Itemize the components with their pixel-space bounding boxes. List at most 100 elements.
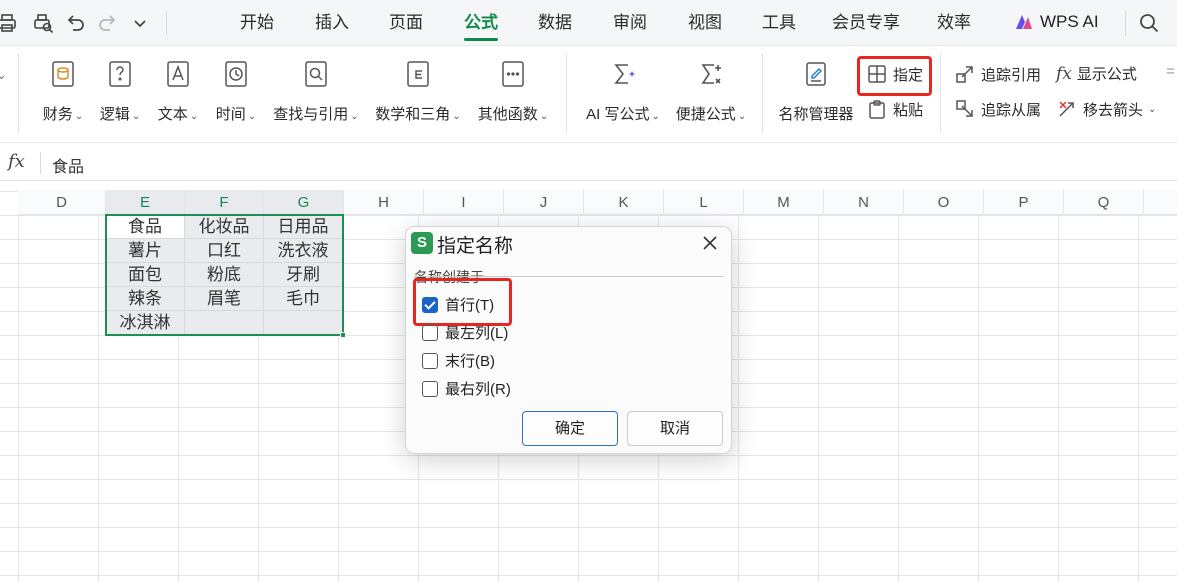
column-header-i[interactable]: I <box>424 190 504 215</box>
tab-formula[interactable]: 公式 <box>464 12 498 34</box>
fx-icon[interactable]: fx <box>8 151 25 172</box>
tab-tools[interactable]: 工具 <box>762 12 796 34</box>
finance-label: 财务 <box>42 106 73 123</box>
menu-bar: 开始 插入 页面 公式 数据 审阅 视图 工具 会员专享 效率 WPS AI <box>0 0 1177 46</box>
search-icon[interactable] <box>1138 12 1160 34</box>
wps-ai-button[interactable]: WPS AI <box>1014 12 1099 32</box>
other-function-button[interactable]: 其他函数 ⌄ <box>476 59 550 124</box>
column-header-k[interactable]: K <box>584 190 664 215</box>
checkbox-unchecked[interactable] <box>422 324 438 341</box>
close-icon[interactable] <box>700 233 720 253</box>
separator <box>1125 10 1126 36</box>
checkbox-unchecked[interactable] <box>422 380 438 397</box>
trace-dependents-label: 追踪从属 <box>981 101 1042 119</box>
logic-function-button[interactable]: 逻辑 ⌄ <box>98 59 142 124</box>
print-icon[interactable] <box>0 12 18 34</box>
logic-label: 逻辑 <box>99 106 130 123</box>
remove-arrows-label: 移去箭头 <box>1083 101 1144 119</box>
quick-formula-button[interactable]: 便捷公式 ⌄ <box>674 59 748 124</box>
column-header-e[interactable]: E <box>106 190 185 215</box>
active-tab-indicator <box>464 38 498 41</box>
checkbox-unchecked[interactable] <box>422 352 438 369</box>
redo-icon[interactable] <box>97 12 119 34</box>
column-header-h[interactable]: H <box>344 190 424 215</box>
remove-arrows-icon <box>1059 101 1074 117</box>
trace-dependents-icon <box>956 100 973 117</box>
tab-start[interactable]: 开始 <box>240 12 274 34</box>
specify-highlight <box>857 56 932 96</box>
show-formulas-label: 显示公式 <box>1076 66 1137 83</box>
separator <box>40 152 41 174</box>
quick-formula-label: 便捷公式 <box>675 106 736 123</box>
ai-formula-button[interactable]: AI 写公式 ⌄ <box>584 59 662 124</box>
ok-button[interactable]: 确定 <box>522 411 618 446</box>
remove-arrows-button[interactable]: 移去箭头 ⌄ <box>1056 98 1156 120</box>
trace-precedents-icon <box>956 66 973 83</box>
fill-handle[interactable] <box>340 332 346 338</box>
separator <box>18 53 19 133</box>
time-function-button[interactable]: 时间 ⌄ <box>214 59 258 124</box>
math-label: 数学和三角 <box>375 106 451 123</box>
tab-page[interactable]: 页面 <box>389 12 423 34</box>
more-functions-icon <box>498 59 528 89</box>
undo-icon[interactable] <box>64 12 86 34</box>
ribbon-edge-stub: ⌄ <box>0 67 7 82</box>
trace-dependents-button[interactable]: 追踪从属 <box>954 98 1041 120</box>
column-header-l[interactable]: L <box>664 190 744 215</box>
tab-member[interactable]: 会员专享 <box>832 12 900 34</box>
formula-bar: fx 食品 <box>0 144 1177 181</box>
wps-spreadsheet-logo-icon: S <box>411 232 433 254</box>
trace-precedents-button[interactable]: 追踪引用 <box>954 63 1041 85</box>
wps-ai-label: WPS AI <box>1040 12 1099 31</box>
logic-icon <box>105 59 135 89</box>
text-icon <box>163 59 193 89</box>
chevron-down-icon[interactable] <box>129 12 151 34</box>
wps-ai-logo-icon <box>1016 15 1032 29</box>
checkbox-right-column[interactable]: 最右列(R) <box>422 378 511 399</box>
left-column-label: 最左列(L) <box>445 325 509 342</box>
tab-insert[interactable]: 插入 <box>315 12 349 34</box>
tab-review[interactable]: 审阅 <box>613 12 647 34</box>
tab-data[interactable]: 数据 <box>538 12 572 34</box>
show-formulas-button[interactable]: fx 显示公式 <box>1056 63 1137 84</box>
name-manager-button[interactable]: 名称管理器 <box>776 59 856 124</box>
text-function-button[interactable]: 文本 ⌄ <box>156 59 200 124</box>
column-header-g[interactable]: G <box>264 190 344 215</box>
name-manager-icon <box>801 59 831 89</box>
column-header-j[interactable]: J <box>504 190 584 215</box>
tab-efficiency[interactable]: 效率 <box>937 12 971 34</box>
paste-name-button[interactable]: 粘贴 <box>866 98 923 120</box>
ribbon-overflow-stub: = <box>1166 63 1175 80</box>
checkbox-left-column[interactable]: 最左列(L) <box>422 322 508 343</box>
right-column-label: 最右列(R) <box>445 381 511 398</box>
column-header-p[interactable]: P <box>984 190 1064 215</box>
column-header-o[interactable]: O <box>904 190 984 215</box>
name-manager-label: 名称管理器 <box>778 106 854 123</box>
top-row-highlight <box>413 278 512 326</box>
column-header-d[interactable]: D <box>18 190 106 215</box>
column-header-m[interactable]: M <box>744 190 824 215</box>
separator <box>940 53 941 133</box>
bottom-row-label: 末行(B) <box>445 353 495 370</box>
selection-border <box>105 214 344 336</box>
checkbox-bottom-row[interactable]: 末行(B) <box>422 350 495 371</box>
math-trig-button[interactable]: 数学和三角 ⌄ <box>374 59 462 124</box>
cancel-button[interactable]: 取消 <box>627 411 723 446</box>
lookup-icon <box>301 59 331 89</box>
separator <box>166 11 167 35</box>
ribbon: ⌄ 财务 ⌄ 逻辑 ⌄ 文本 ⌄ 时间 ⌄ 查找与引用 ⌄ 数学和三角 ⌄ 其他函数 ⌄ AI… <box>0 47 1177 143</box>
column-header-n[interactable]: N <box>824 190 904 215</box>
column-header-q[interactable]: Q <box>1064 190 1144 215</box>
group-divider <box>414 276 724 277</box>
finance-icon <box>48 59 78 89</box>
column-header-f[interactable]: F <box>185 190 264 215</box>
sigma-icon <box>696 59 726 89</box>
formula-input[interactable]: 食品 <box>52 153 84 177</box>
text-label: 文本 <box>157 106 188 123</box>
lookup-reference-button[interactable]: 查找与引用 ⌄ <box>272 59 360 124</box>
print-preview-icon[interactable] <box>32 12 54 34</box>
finance-function-button[interactable]: 财务 ⌄ <box>40 59 86 124</box>
ai-sigma-icon <box>608 59 638 89</box>
column-header-overflow <box>1144 190 1177 215</box>
tab-view[interactable]: 视图 <box>688 12 722 34</box>
